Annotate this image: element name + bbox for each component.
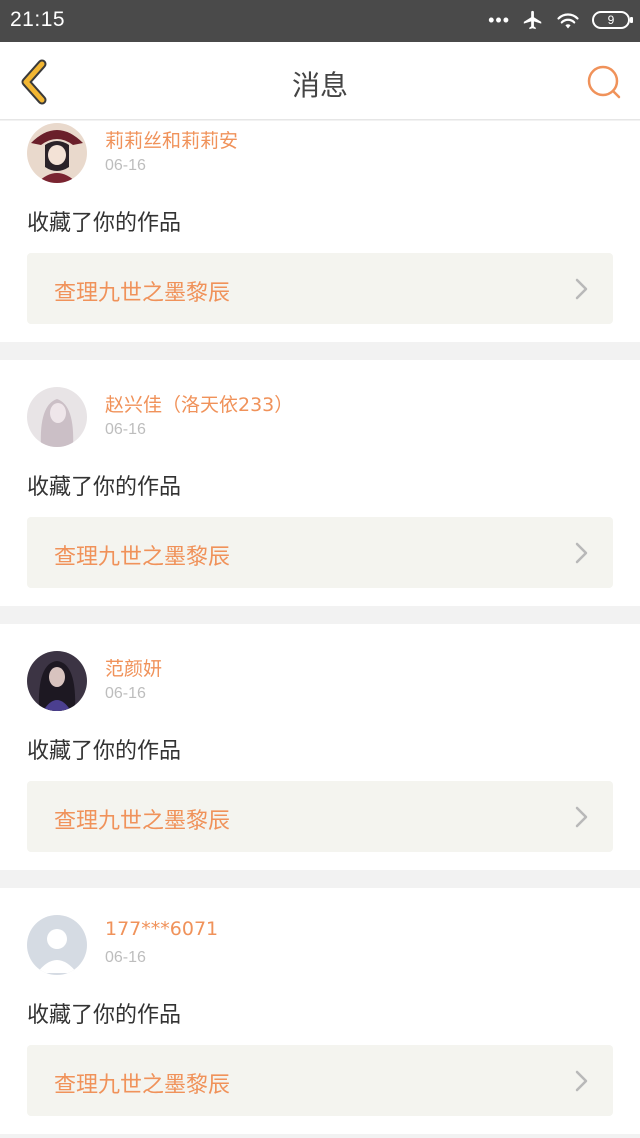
nav-bar: 消息 — [0, 42, 640, 120]
work-title: 查理九世之墨黎辰 — [54, 809, 231, 834]
username[interactable]: 177***6071 — [105, 918, 218, 940]
search-icon[interactable] — [584, 62, 624, 102]
page-title: 消息 — [291, 69, 348, 102]
wifi-icon — [557, 13, 579, 29]
work-link[interactable]: 查理九世之墨黎辰 — [27, 253, 613, 324]
message-list[interactable]: 莉莉丝和莉莉安 06-16 收藏了你的作品 查理九世之墨黎辰 赵兴佳（洛天依23… — [0, 121, 640, 1138]
status-time: 21:15 — [10, 8, 66, 31]
status-bar: 21:15 ••• 9 — [0, 0, 640, 42]
username[interactable]: 赵兴佳（洛天依233） — [105, 390, 293, 417]
message-text: 收藏了你的作品 — [27, 211, 182, 236]
chevron-right-icon — [575, 542, 588, 564]
username[interactable]: 范颜妍 — [105, 654, 162, 681]
message-date: 06-16 — [105, 421, 146, 438]
message-text: 收藏了你的作品 — [27, 1003, 182, 1028]
message-card: 赵兴佳（洛天依233） 06-16 收藏了你的作品 查理九世之墨黎辰 — [0, 360, 640, 606]
avatar[interactable] — [27, 387, 87, 447]
username[interactable]: 莉莉丝和莉莉安 — [105, 126, 238, 153]
work-title: 查理九世之墨黎辰 — [54, 1073, 231, 1098]
message-card: 范颜妍 06-16 收藏了你的作品 查理九世之墨黎辰 — [0, 624, 640, 870]
message-date: 06-16 — [105, 949, 146, 966]
message-card: 177***6071 06-16 收藏了你的作品 查理九世之墨黎辰 — [0, 888, 640, 1134]
avatar[interactable] — [27, 915, 87, 975]
message-date: 06-16 — [105, 157, 146, 174]
message-text: 收藏了你的作品 — [27, 739, 182, 764]
status-icons: ••• 9 — [488, 8, 633, 32]
airplane-icon — [523, 10, 542, 30]
message-date: 06-16 — [105, 685, 146, 702]
work-title: 查理九世之墨黎辰 — [54, 281, 231, 306]
work-link[interactable]: 查理九世之墨黎辰 — [27, 781, 613, 852]
chevron-right-icon — [575, 806, 588, 828]
avatar[interactable] — [27, 651, 87, 711]
battery-icon: 9 — [592, 11, 633, 29]
chevron-right-icon — [575, 278, 588, 300]
chevron-right-icon — [575, 1070, 588, 1092]
work-link[interactable]: 查理九世之墨黎辰 — [27, 517, 613, 588]
message-text: 收藏了你的作品 — [27, 475, 182, 500]
signal-dots-icon: ••• — [488, 10, 510, 30]
work-link[interactable]: 查理九世之墨黎辰 — [27, 1045, 613, 1116]
avatar[interactable] — [27, 123, 87, 183]
work-title: 查理九世之墨黎辰 — [54, 545, 231, 570]
message-card: 莉莉丝和莉莉安 06-16 收藏了你的作品 查理九世之墨黎辰 — [0, 121, 640, 342]
battery-level: 9 — [607, 13, 615, 27]
